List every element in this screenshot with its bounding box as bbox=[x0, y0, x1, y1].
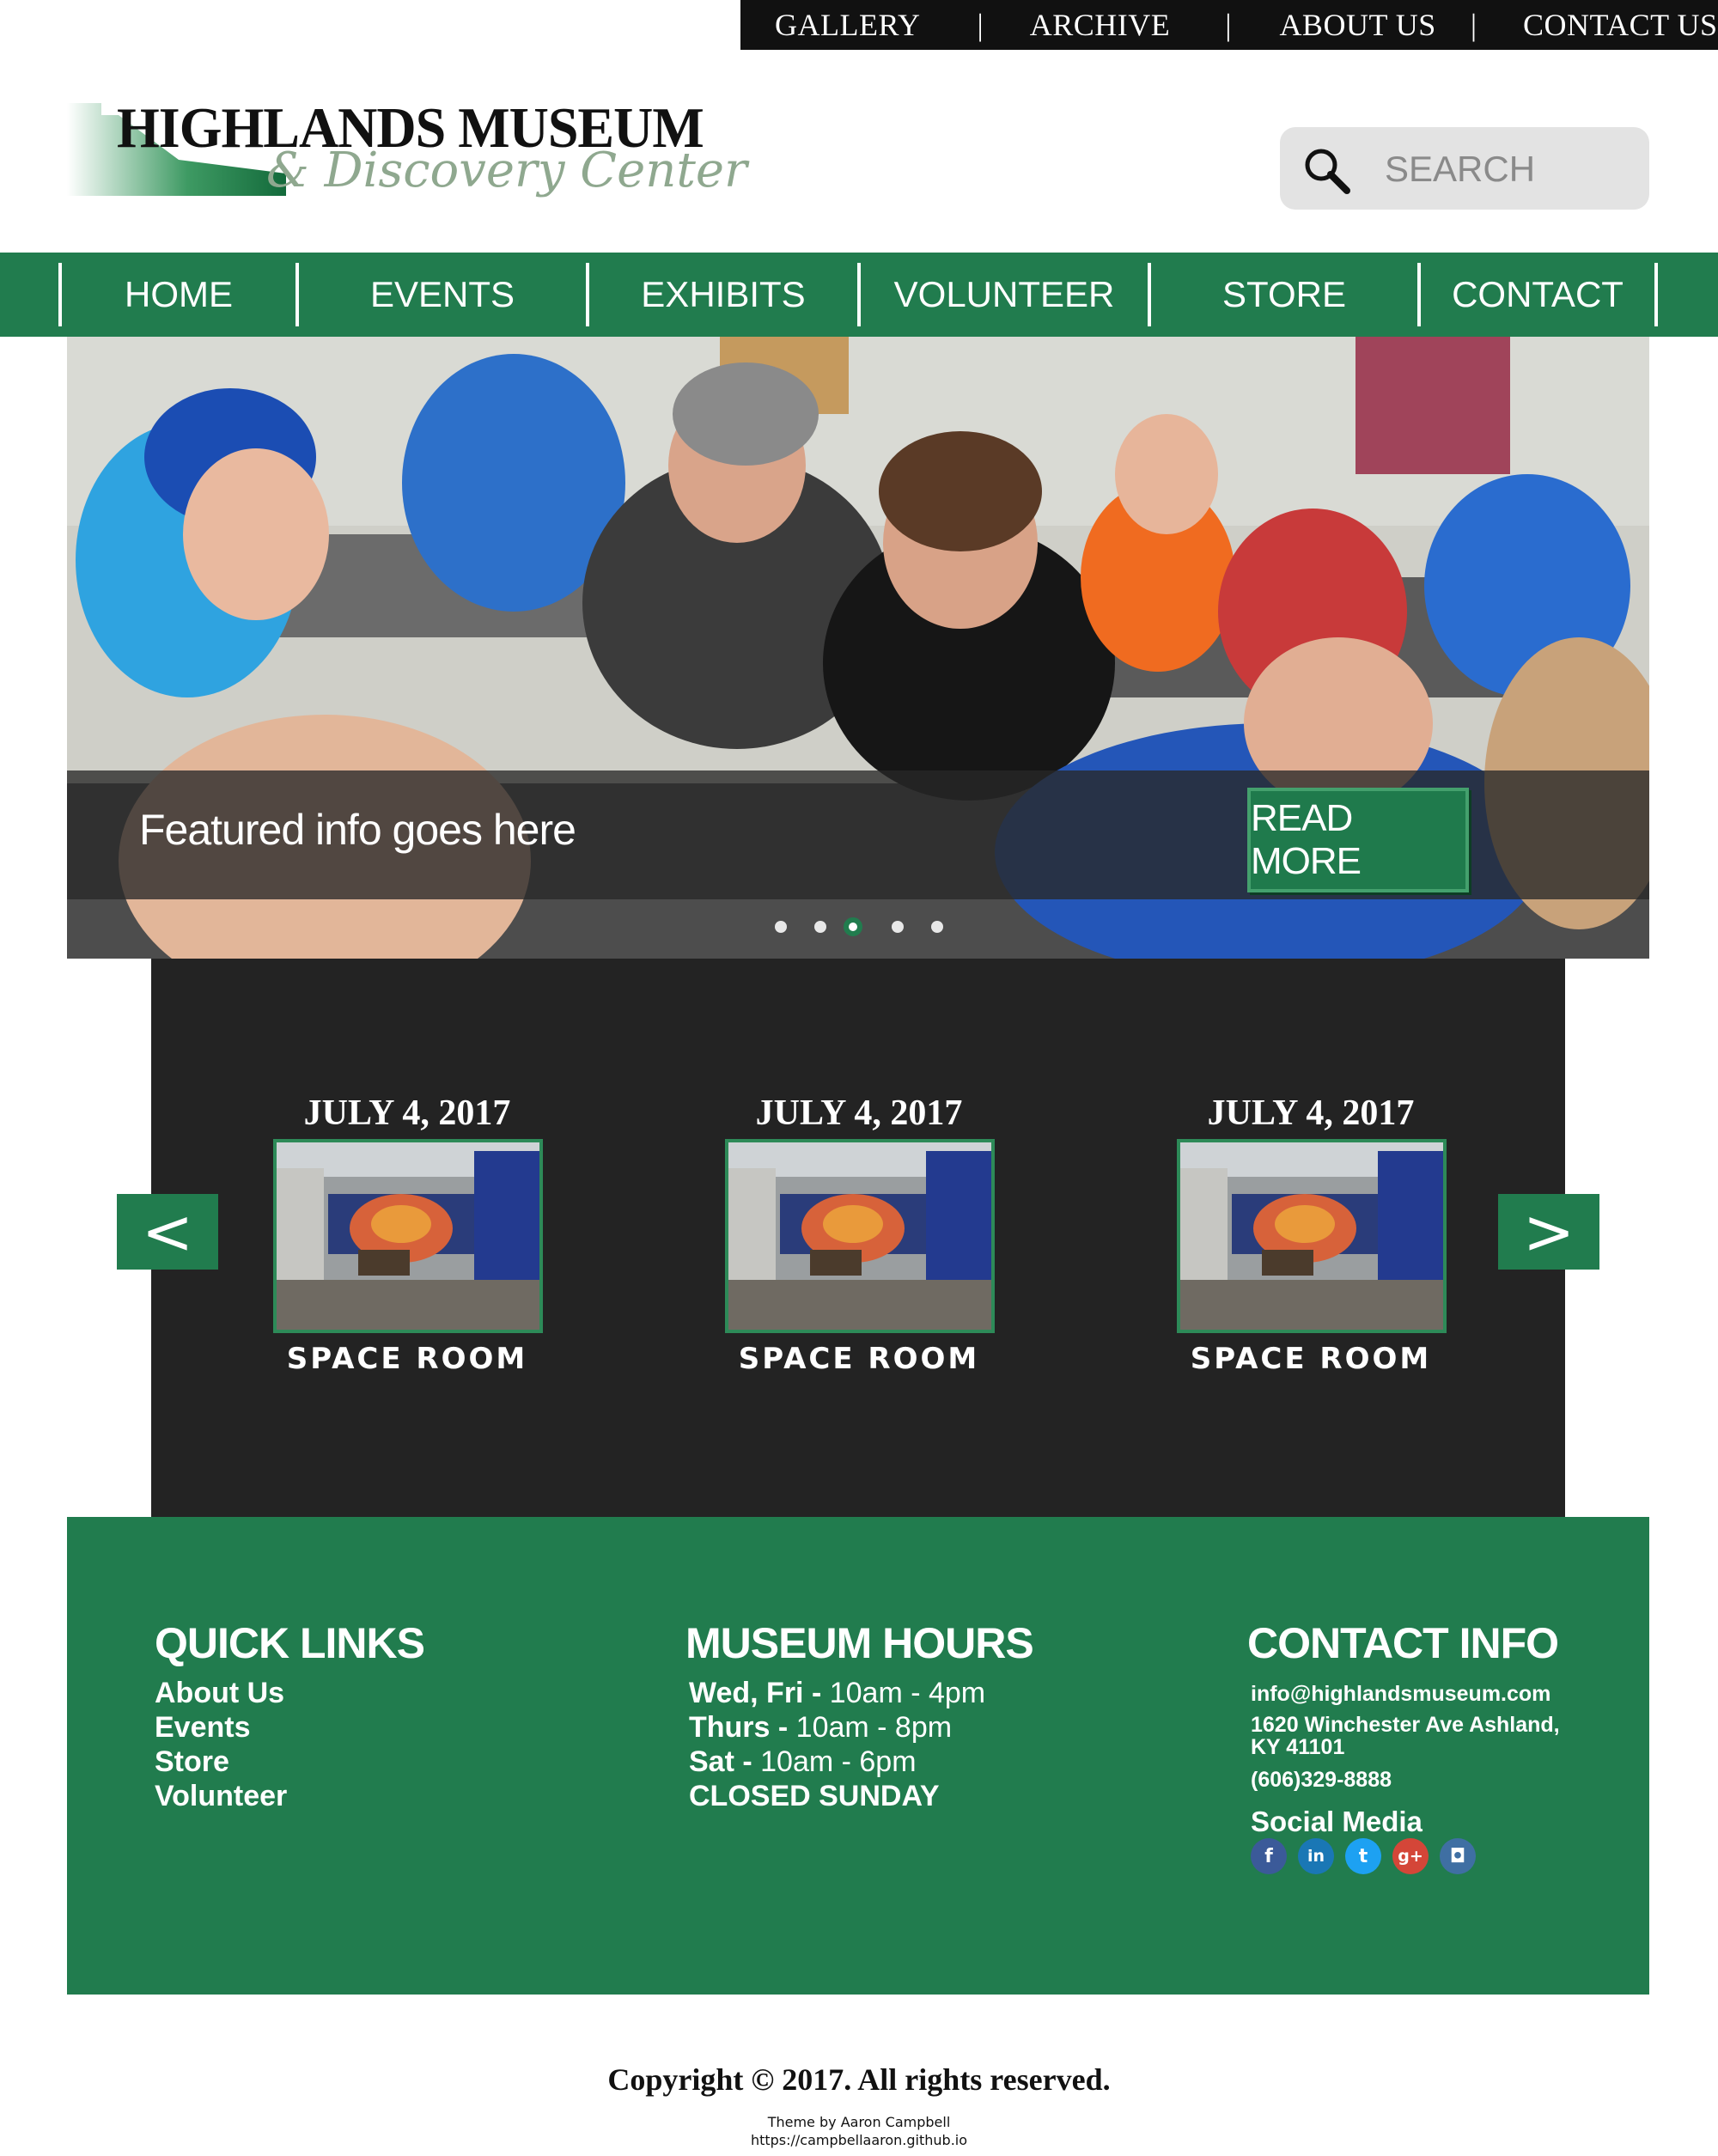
top-utility-bar: GALLERY | ARCHIVE | ABOUT US | CONTACT U… bbox=[740, 0, 1718, 50]
hero-slider: Featured info goes here READ MORE bbox=[67, 337, 1649, 959]
nav-contact[interactable]: CONTACT bbox=[1421, 265, 1654, 325]
event-date: JULY 4, 2017 bbox=[755, 1093, 963, 1133]
event-name: SPACE ROOM bbox=[738, 1342, 980, 1376]
featured-text: Featured info goes here bbox=[139, 806, 576, 854]
slide-dot[interactable] bbox=[814, 921, 826, 933]
hours-time: 10am - 8pm bbox=[788, 1711, 953, 1744]
event-date: JULY 4, 2017 bbox=[303, 1093, 511, 1133]
nav-volunteer[interactable]: VOLUNTEER bbox=[861, 265, 1148, 325]
nav-divider bbox=[1654, 263, 1658, 326]
event-card[interactable]: JULY 4, 2017 SPACE ROOM bbox=[1177, 1093, 1447, 1376]
slide-dot[interactable] bbox=[931, 921, 943, 933]
event-name: SPACE ROOM bbox=[286, 1342, 528, 1376]
footer-link-events[interactable]: Events bbox=[155, 1711, 251, 1745]
search-box bbox=[1280, 127, 1649, 210]
hours-time: 10am - 4pm bbox=[821, 1677, 986, 1709]
contact-address-line2: KY 41101 bbox=[1251, 1735, 1345, 1759]
footer-link-store[interactable]: Store bbox=[155, 1745, 229, 1779]
event-card[interactable]: JULY 4, 2017 SPACE ROOM bbox=[273, 1093, 543, 1376]
top-separator: | bbox=[1225, 8, 1232, 42]
quick-links-heading: QUICK LINKS bbox=[155, 1619, 425, 1667]
instagram-icon[interactable]: ◘ bbox=[1440, 1838, 1476, 1874]
hours-time: 10am - 6pm bbox=[752, 1745, 917, 1778]
search-icon[interactable] bbox=[1301, 144, 1352, 196]
nav-store[interactable]: STORE bbox=[1151, 265, 1417, 325]
main-navigation: HOME EVENTS EXHIBITS VOLUNTEER STORE CON… bbox=[0, 253, 1718, 337]
footer-link-volunteer[interactable]: Volunteer bbox=[155, 1780, 287, 1813]
event-name: SPACE ROOM bbox=[1190, 1342, 1432, 1376]
read-more-button[interactable]: READ MORE bbox=[1247, 788, 1469, 892]
hours-row: Wed, Fri - 10am - 4pm bbox=[689, 1677, 985, 1710]
social-media-heading: Social Media bbox=[1251, 1806, 1423, 1837]
museum-hours-heading: MUSEUM HOURS bbox=[685, 1619, 1034, 1667]
logo-subtitle: & Discovery Center bbox=[266, 143, 747, 198]
featured-overlay: Featured info goes here READ MORE bbox=[67, 770, 1649, 899]
events-carousel: JULY 4, 2017 SPACE ROOM JULY 4, 2017 SPA… bbox=[151, 959, 1565, 1517]
slide-dot[interactable] bbox=[892, 921, 904, 933]
contact-email[interactable]: info@highlandsmuseum.com bbox=[1251, 1682, 1550, 1707]
top-link-contact-us[interactable]: CONTACT US bbox=[1523, 7, 1717, 43]
contact-address-line1: 1620 Winchester Ave Ashland, bbox=[1251, 1713, 1560, 1737]
event-image bbox=[277, 1142, 539, 1330]
footer-link-about-us[interactable]: About Us bbox=[155, 1677, 284, 1710]
search-input[interactable] bbox=[1383, 143, 1636, 196]
hours-days: Thurs - bbox=[689, 1711, 789, 1744]
theme-credit-url[interactable]: https://campbellaaron.github.io bbox=[0, 2131, 1718, 2149]
top-link-about-us[interactable]: ABOUT US bbox=[1279, 7, 1435, 43]
carousel-next-button[interactable]: > bbox=[1498, 1194, 1599, 1270]
event-thumbnail[interactable] bbox=[1177, 1139, 1447, 1333]
site-footer: QUICK LINKS About Us Events Store Volunt… bbox=[67, 1517, 1649, 1995]
hours-row: Thurs - 10am - 8pm bbox=[689, 1711, 952, 1745]
contact-info-heading: CONTACT INFO bbox=[1247, 1619, 1559, 1667]
top-separator: | bbox=[977, 8, 984, 42]
event-thumbnail[interactable] bbox=[273, 1139, 543, 1333]
linkedin-icon[interactable]: in bbox=[1298, 1838, 1334, 1874]
event-image bbox=[1180, 1142, 1443, 1330]
theme-credit: Theme by Aaron Campbell https://campbell… bbox=[0, 2113, 1718, 2149]
top-separator: | bbox=[1470, 8, 1477, 42]
google-plus-icon[interactable]: g+ bbox=[1392, 1838, 1429, 1874]
theme-credit-author: Theme by Aaron Campbell bbox=[767, 2114, 951, 2130]
twitter-icon[interactable]: t bbox=[1345, 1838, 1381, 1874]
facebook-icon[interactable]: f bbox=[1251, 1838, 1287, 1874]
hours-days: Wed, Fri - bbox=[689, 1677, 822, 1709]
top-link-archive[interactable]: ARCHIVE bbox=[1030, 7, 1171, 43]
event-image bbox=[728, 1142, 991, 1330]
nav-exhibits[interactable]: EXHIBITS bbox=[589, 265, 857, 325]
event-thumbnail[interactable] bbox=[725, 1139, 995, 1333]
nav-events[interactable]: EVENTS bbox=[299, 265, 586, 325]
event-date: JULY 4, 2017 bbox=[1207, 1093, 1415, 1133]
hours-closed: CLOSED SUNDAY bbox=[689, 1780, 940, 1812]
carousel-prev-button[interactable]: < bbox=[117, 1194, 218, 1270]
event-card[interactable]: JULY 4, 2017 SPACE ROOM bbox=[725, 1093, 995, 1376]
slide-dot-active[interactable] bbox=[844, 917, 862, 936]
hours-days: Sat - bbox=[689, 1745, 752, 1778]
hours-row: Sat - 10am - 6pm bbox=[689, 1745, 917, 1779]
copyright-text: Copyright © 2017. All rights reserved. bbox=[607, 2062, 1111, 2097]
site-logo[interactable]: HIGHLANDS MUSEUM & Discovery Center bbox=[67, 94, 747, 223]
contact-phone: (606)329-8888 bbox=[1251, 1768, 1392, 1792]
top-link-gallery[interactable]: GALLERY bbox=[775, 7, 921, 43]
nav-home[interactable]: HOME bbox=[62, 265, 295, 325]
slide-dot[interactable] bbox=[775, 921, 787, 933]
